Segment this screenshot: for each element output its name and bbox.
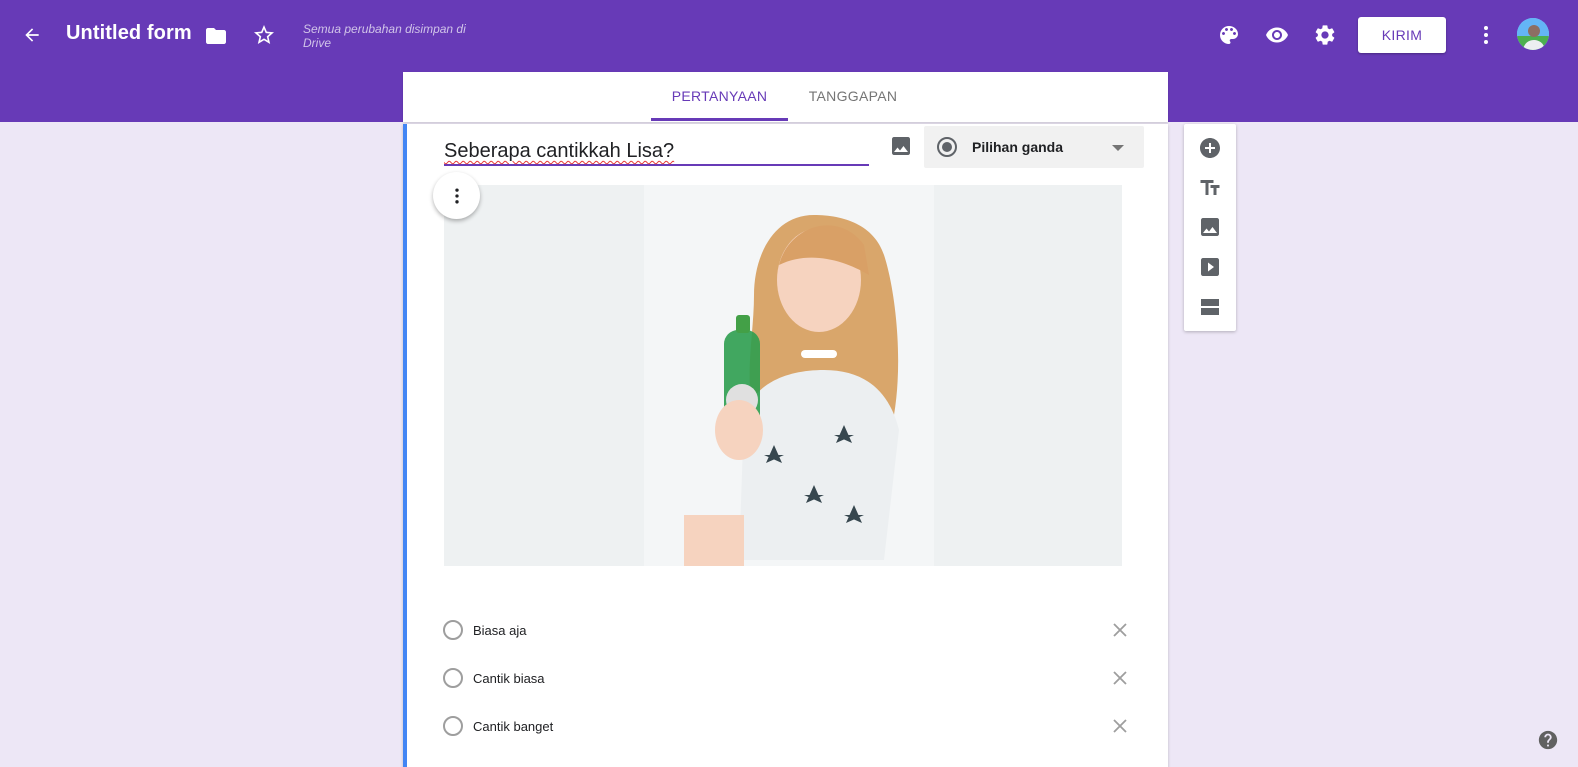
radio-button — [443, 716, 463, 736]
save-status: Semua perubahan disimpan di Drive — [303, 22, 466, 50]
caret-down-icon — [1109, 139, 1127, 157]
question-type-label: Pilihan ganda — [972, 139, 1064, 155]
radio-button — [443, 668, 463, 688]
choice-option[interactable]: Biasa aja — [443, 616, 1133, 646]
close-icon[interactable] — [1110, 620, 1130, 640]
palette-icon[interactable] — [1215, 21, 1243, 49]
send-button[interactable]: KIRIM — [1358, 17, 1446, 53]
question-image[interactable] — [444, 185, 1122, 566]
tabs-bar: PERTANYAAN TANGGAPAN — [403, 72, 1168, 122]
gear-icon[interactable] — [1311, 21, 1339, 49]
title-text-icon[interactable] — [1196, 174, 1224, 202]
close-icon[interactable] — [1110, 716, 1130, 736]
radio-button — [443, 620, 463, 640]
option-label[interactable]: Biasa aja — [473, 623, 526, 638]
side-toolbar — [1184, 124, 1236, 331]
image-icon[interactable] — [887, 132, 915, 160]
header-row: Untitled form Semua perubahan disimpan d… — [0, 0, 1578, 72]
option-label[interactable]: Cantik banget — [473, 719, 553, 734]
question-title-input[interactable]: Seberapa cantikkah Lisa? — [444, 140, 869, 166]
choice-option[interactable]: Cantik biasa — [443, 664, 1133, 694]
choice-option[interactable]: Cantik banget — [443, 712, 1133, 742]
close-icon[interactable] — [1110, 668, 1130, 688]
image-icon[interactable] — [1196, 213, 1224, 241]
question-type-dropdown[interactable]: Pilihan ganda — [924, 126, 1144, 168]
video-icon[interactable] — [1196, 253, 1224, 281]
option-label[interactable]: Cantik biasa — [473, 671, 545, 686]
vertical-dots-icon[interactable] — [1472, 21, 1500, 49]
tab-questions[interactable]: PERTANYAAN — [651, 72, 788, 120]
section-icon[interactable] — [1196, 293, 1224, 321]
question-more-button[interactable] — [433, 172, 480, 219]
help-circle-icon[interactable] — [1537, 729, 1559, 751]
active-card-accent — [403, 124, 407, 767]
eye-icon[interactable] — [1263, 21, 1291, 49]
radio-checked-icon — [935, 135, 959, 159]
question-card[interactable]: Seberapa cantikkah Lisa? Pilihan ganda B… — [403, 124, 1168, 767]
active-tab-indicator — [651, 118, 788, 121]
folder-icon[interactable] — [202, 22, 230, 50]
arrow-left-icon[interactable] — [18, 21, 46, 49]
add-circle-icon[interactable] — [1196, 134, 1224, 162]
form-title[interactable]: Untitled form — [66, 22, 192, 45]
tab-responses[interactable]: TANGGAPAN — [788, 72, 918, 120]
avatar[interactable] — [1517, 18, 1549, 50]
star-outline-icon[interactable] — [250, 21, 278, 49]
